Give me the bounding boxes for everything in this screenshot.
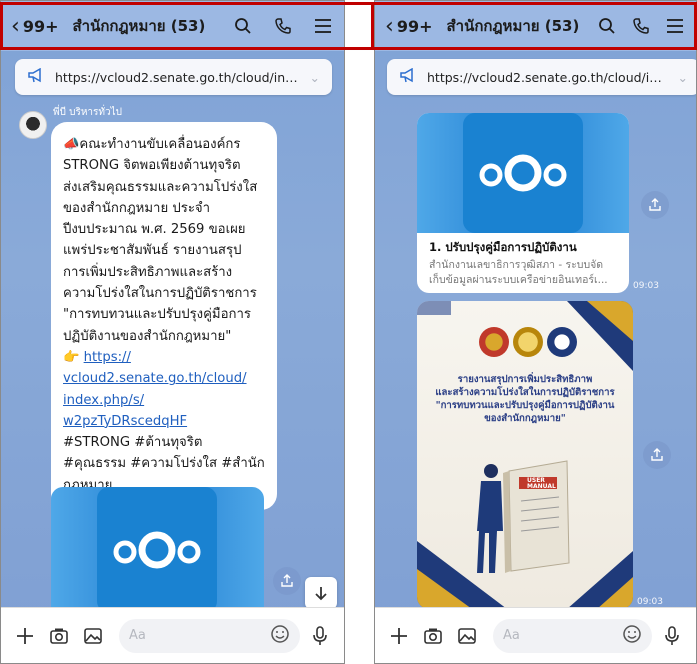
back-chevron-icon[interactable]: ‹ [11, 14, 20, 39]
strong-logo-icon [513, 327, 543, 357]
poster-line: ของสำนักกฎหมาย" [484, 413, 566, 424]
search-icon[interactable] [596, 15, 618, 37]
chat-header: ‹ 99+ สำนักกฎหมาย (53) [1, 1, 344, 51]
message-line: ของสำนักกฎหมาย ประจำ [63, 200, 211, 216]
share-icon[interactable] [273, 567, 301, 595]
link-preview-subtitle: เก็บข้อมูลผ่านระบบเครือข่ายอินเทอร์เ... [429, 274, 608, 286]
nextcloud-link-preview[interactable] [51, 487, 264, 613]
poster-line: "การทบทวนและปรับปรุงคู่มือการปฏิบัติงาน [435, 400, 615, 411]
message-input-placeholder: Aa [129, 628, 146, 643]
message-line: การเพิ่มประสิทธิภาพและสร้าง [63, 264, 233, 280]
emoji-icon[interactable] [270, 624, 290, 648]
megaphone-icon [399, 67, 417, 87]
phone-call-icon[interactable] [272, 15, 294, 37]
emblem-icon [479, 327, 509, 357]
message-link[interactable]: 👉 https:// [63, 347, 267, 368]
camera-icon[interactable] [419, 622, 447, 650]
message-input[interactable]: Aa [493, 618, 652, 653]
camera-icon[interactable] [45, 622, 73, 650]
poster-line: รายงานสรุปการเพิ่มประสิทธิภาพ [457, 374, 593, 385]
pinned-announcement[interactable]: https://vcloud2.senate.go.th/cloud/inde.… [15, 59, 332, 95]
poster-line: และสร้างความโปร่งใสในการปฏิบัติราชการ [435, 387, 615, 398]
nextcloud-logo-icon [463, 113, 583, 233]
link-preview-title: 1. ปรับปรุงคู่มือการปฏิบัติงาน [429, 240, 577, 254]
message-input-bar: Aa [1, 607, 344, 663]
hashtag-line: #STRONG #ต้านทุจริต [63, 435, 203, 451]
plus-icon[interactable] [11, 622, 39, 650]
right-phone-screen: ‹ 99+ สำนักกฎหมาย (53) https://vcloud2.s… [374, 0, 697, 664]
share-icon[interactable] [643, 441, 671, 469]
microphone-icon[interactable] [658, 622, 686, 650]
left-phone-screen: ‹ 99+ สำนักกฎหมาย (53) https://vcloud2.s… [0, 0, 345, 664]
back-unread-count[interactable]: 99+ [397, 17, 433, 36]
link-preview-card[interactable]: 1. ปรับปรุงคู่มือการปฏิบัติงาน สำนักงานเ… [417, 113, 629, 293]
chat-title: สำนักกฎหมาย (53) [72, 17, 206, 35]
report-poster-image[interactable]: รายงานสรุปการเพิ่มประสิทธิภาพ และสร้างคว… [417, 301, 633, 609]
link-line[interactable]: vcloud2.senate.go.th/cloud/ [63, 371, 247, 386]
pinned-url[interactable]: https://vcloud2.senate.go.th/cloud/inde.… [55, 70, 302, 85]
link-line[interactable]: https:// [84, 350, 131, 365]
menu-icon[interactable] [312, 15, 334, 37]
message-line: ความโปร่งใสในการปฏิบัติราชการ [63, 286, 257, 302]
emoji-icon[interactable] [622, 624, 642, 648]
message-bubble[interactable]: 📣คณะทำงานขับเคลื่อนองค์กร STRONG จิตพอเพ… [51, 122, 277, 511]
message-line: "การทบทวนและปรับปรุงคู่มือการ [63, 307, 252, 323]
nextcloud-preview-image [417, 113, 629, 233]
message-input-placeholder: Aa [503, 628, 520, 643]
message-line: ส่งเสริมคุณธรรมและความโปร่งใส [63, 179, 258, 195]
message-line: แพร่ประชาสัมพันธ์ รายงานสรุป [63, 243, 242, 259]
businessman-figure-icon [477, 464, 503, 573]
link-line[interactable]: w2pzTyDRscedqHF [63, 414, 187, 429]
phone-call-icon[interactable] [630, 15, 652, 37]
share-icon[interactable] [641, 191, 669, 219]
message-line: ปฏิบัติงานของสำนักกฎหมาย" [63, 328, 232, 344]
link-preview-subtitle: สำนักงานเลขาธิการวุฒิสภา - ระบบจัด [429, 259, 604, 271]
message-input-bar: Aa [375, 607, 696, 663]
back-unread-count[interactable]: 99+ [23, 17, 59, 36]
menu-icon[interactable] [664, 15, 686, 37]
sender-name: พี่บี บริหารทั่วไป [53, 107, 122, 118]
poster-text: รายงานสรุปการเพิ่มประสิทธิภาพ และสร้างคว… [427, 373, 623, 425]
message-time: 09:03 [633, 281, 659, 291]
search-icon[interactable] [232, 15, 254, 37]
image-icon[interactable] [453, 622, 481, 650]
message-line: STRONG จิตพอเพียงต้านทุจริต [63, 158, 241, 174]
plus-icon[interactable] [385, 622, 413, 650]
hashtag-line: #คุณธรรม #ความโปร่งใส #สำนัก [63, 456, 265, 472]
message-line: ปีงบประมาณ พ.ศ. 2569 ขอเผย [63, 222, 246, 238]
message-time: 09:03 [637, 597, 663, 607]
scroll-down-button[interactable] [305, 577, 337, 609]
megaphone-icon [27, 67, 45, 87]
message-input[interactable]: Aa [119, 618, 300, 653]
nextcloud-logo-icon [97, 487, 217, 613]
link-preview-caption: 1. ปรับปรุงคู่มือการปฏิบัติงาน สำนักงานเ… [429, 239, 621, 287]
pinned-url[interactable]: https://vcloud2.senate.go.th/cloud/inde.… [427, 70, 670, 85]
pointing-hand-icon: 👉 [63, 349, 84, 365]
sender-avatar[interactable] [19, 111, 47, 139]
chat-title: สำนักกฎหมาย (53) [446, 17, 580, 35]
seal-icon [547, 327, 577, 357]
arrow-down-icon [315, 587, 327, 601]
manual-label: USER MANUAL [527, 477, 556, 490]
chevron-down-icon[interactable]: ⌄ [678, 70, 688, 85]
back-chevron-icon[interactable]: ‹ [385, 14, 394, 39]
chat-header: ‹ 99+ สำนักกฎหมาย (53) [375, 1, 696, 51]
message-line: 📣คณะทำงานขับเคลื่อนองค์กร [63, 137, 241, 152]
pinned-announcement[interactable]: https://vcloud2.senate.go.th/cloud/inde.… [387, 59, 696, 95]
microphone-icon[interactable] [306, 622, 334, 650]
image-icon[interactable] [79, 622, 107, 650]
chevron-down-icon[interactable]: ⌄ [310, 70, 320, 85]
link-line[interactable]: index.php/s/ [63, 393, 144, 408]
